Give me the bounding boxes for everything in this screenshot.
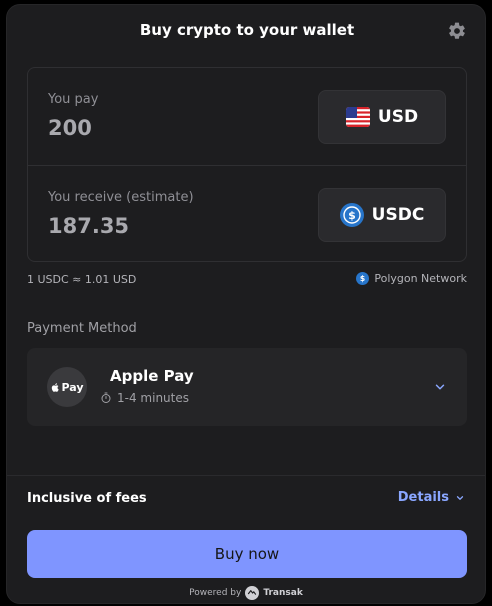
stopwatch-icon bbox=[101, 392, 111, 403]
receive-label: You receive (estimate) bbox=[48, 190, 194, 205]
apple-pay-logo-text: Pay bbox=[61, 380, 84, 394]
details-button[interactable]: Details bbox=[398, 490, 465, 505]
header: Buy crypto to your wallet bbox=[7, 5, 485, 59]
powered-by: Powered by Transak bbox=[7, 586, 485, 600]
gear-icon[interactable] bbox=[447, 21, 467, 41]
us-flag-icon bbox=[345, 107, 370, 127]
svg-text:$: $ bbox=[360, 274, 365, 283]
apple-icon bbox=[52, 382, 60, 392]
pay-currency-button[interactable]: USD bbox=[318, 90, 446, 144]
buy-now-button[interactable]: Buy now bbox=[27, 530, 467, 578]
exchange-rate: 1 USDC ≈ 1.01 USD bbox=[27, 273, 137, 286]
page-title: Buy crypto to your wallet bbox=[139, 21, 355, 39]
rate-row: 1 USDC ≈ 1.01 USD $ Polygon Network bbox=[27, 271, 467, 289]
transak-logo-icon bbox=[245, 586, 260, 600]
fees-label: Inclusive of fees bbox=[27, 491, 147, 506]
payment-eta-text: 1-4 minutes bbox=[117, 391, 189, 405]
amount-box: You pay USD You receive (estimate) bbox=[27, 67, 467, 262]
apple-pay-logo: Pay bbox=[47, 367, 87, 407]
buy-crypto-widget: Buy crypto to your wallet You pay USD bbox=[6, 4, 486, 604]
payment-method-selector[interactable]: Pay Apple Pay 1-4 minutes bbox=[27, 348, 467, 426]
network-badge: $ Polygon Network bbox=[356, 272, 467, 285]
pay-label: You pay bbox=[48, 92, 99, 107]
powered-by-text: Powered by bbox=[189, 588, 242, 598]
polygon-network-icon: $ bbox=[356, 272, 370, 285]
receive-row: You receive (estimate) $ USDC bbox=[28, 165, 466, 262]
pay-amount-input[interactable] bbox=[48, 116, 288, 140]
receive-currency-button[interactable]: $ USDC bbox=[318, 188, 446, 242]
payment-eta: 1-4 minutes bbox=[100, 391, 189, 405]
receive-amount-input[interactable] bbox=[48, 214, 288, 238]
svg-text:$: $ bbox=[348, 209, 356, 222]
payment-method-name: Apple Pay bbox=[110, 367, 194, 385]
pay-currency-label: USD bbox=[377, 107, 419, 127]
usdc-icon: $ bbox=[339, 203, 364, 227]
pay-row: You pay USD bbox=[28, 68, 466, 165]
transak-brand: Transak bbox=[263, 588, 303, 598]
payment-method-label: Payment Method bbox=[27, 321, 137, 336]
details-label: Details bbox=[397, 490, 449, 505]
divider bbox=[7, 475, 485, 476]
chevron-down-icon bbox=[456, 495, 464, 500]
network-label: Polygon Network bbox=[374, 272, 467, 285]
receive-currency-label: USDC bbox=[371, 205, 425, 225]
chevron-down-icon[interactable] bbox=[433, 380, 447, 394]
